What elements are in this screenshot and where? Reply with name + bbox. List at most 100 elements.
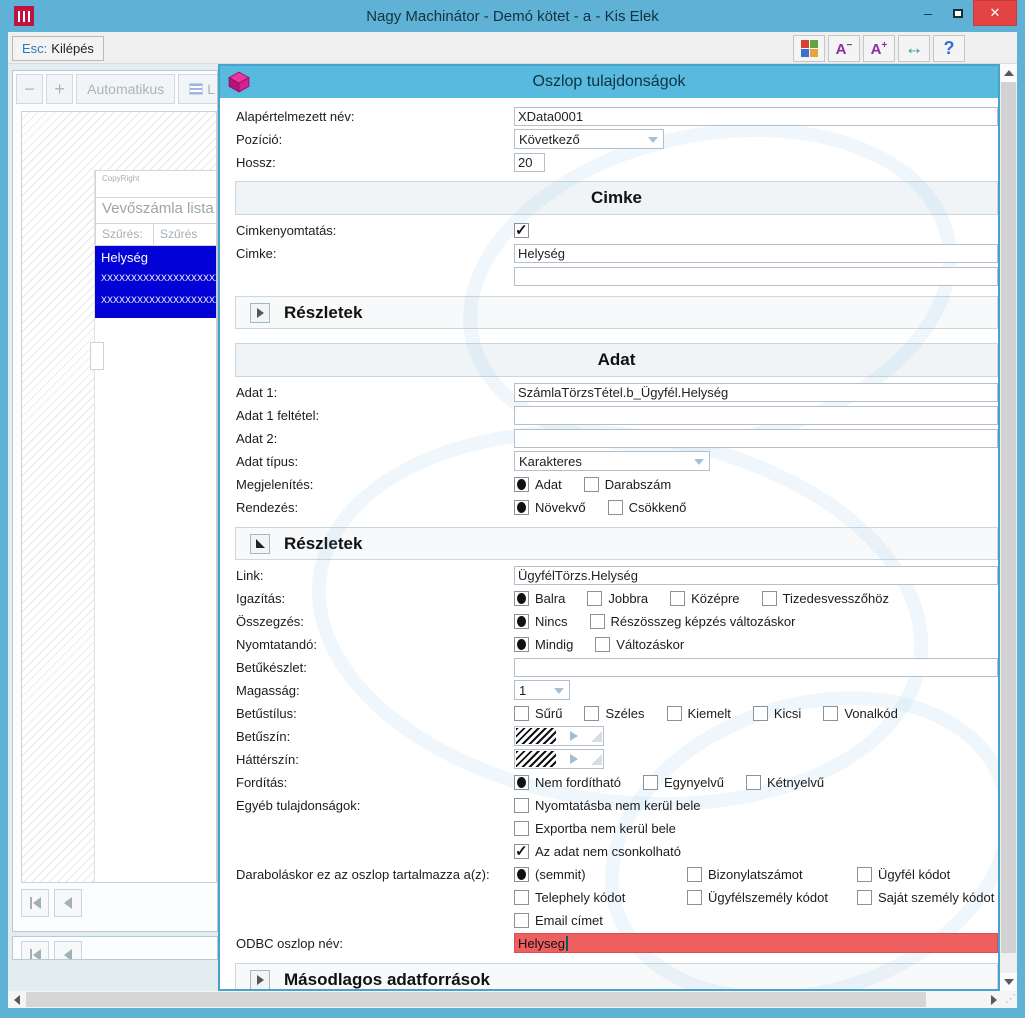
data1-cond-input[interactable] [514,405,998,425]
option-kiemelt[interactable]: Kiemelt [666,705,731,721]
checkbox-icon[interactable] [687,866,702,882]
data2-input[interactable] [514,428,998,448]
option-telephely-kodot[interactable]: Telephely kódot [514,889,665,905]
option-suru[interactable]: Sűrű [514,705,562,721]
minimize-button[interactable]: – [913,0,943,26]
length-input[interactable] [514,152,545,172]
option-darabszam[interactable]: Darabszám [583,476,671,492]
horizontal-scroll-thumb[interactable] [26,992,926,1007]
radio-icon[interactable] [514,636,529,652]
option-semmit[interactable]: (semmit) [514,866,665,882]
report-page-preview[interactable]: CopyRight Vevőszámla lista Szűrés: Szűré… [21,111,217,883]
scroll-down-button[interactable] [1000,973,1017,991]
checkbox-icon[interactable] [761,590,777,606]
checkbox-icon[interactable] [514,705,529,721]
option-reszosszeg[interactable]: Részösszeg képzés változáskor [589,613,796,629]
checkbox-icon[interactable] [584,705,600,721]
first-page-button[interactable] [21,941,49,959]
option-sajat-szemely-kodot[interactable]: Saját személy kódot [857,889,994,905]
height-dropdown[interactable]: 1 [514,680,570,700]
checkbox-icon[interactable] [583,476,599,492]
option-valtozaskor[interactable]: Változáskor [595,636,684,652]
option-ugyfelszemely-kodot[interactable]: Ügyfélszemély kódot [687,889,835,905]
radio-icon[interactable] [514,866,529,882]
auto-zoom-button[interactable]: Automatikus [76,74,176,104]
checkbox-icon[interactable] [752,705,768,721]
prev-page-button[interactable] [54,889,82,917]
option-egynyelvu[interactable]: Egynyelvű [643,774,724,790]
option-balra[interactable]: Balra [514,590,565,606]
scroll-left-button[interactable] [8,991,26,1008]
font-input[interactable] [514,657,998,677]
option-ketnyelvu[interactable]: Kétnyelvű [745,774,824,790]
font-increase-button[interactable]: A+ [863,35,895,62]
horizontal-scrollbar[interactable]: ⋰ [8,991,1017,1008]
checkbox-icon[interactable] [514,820,529,836]
checkbox-icon[interactable] [514,797,529,813]
option-nem-csonkolhato[interactable]: Az adat nem csonkolható [514,842,681,860]
dialog-header[interactable]: Oszlop tulajdonságok [220,66,998,98]
checkbox-icon[interactable] [857,889,872,905]
resize-width-button[interactable]: ↔ [898,35,930,62]
radio-icon[interactable] [514,476,529,492]
checkbox-icon[interactable] [514,889,529,905]
checkbox-icon[interactable] [687,889,702,905]
close-button[interactable]: ✕ [973,0,1017,26]
option-novekvo[interactable]: Növekvő [514,499,586,515]
default-name-input[interactable] [514,106,998,126]
scroll-right-button[interactable] [985,991,1003,1008]
checkbox-icon[interactable] [589,613,605,629]
vertical-scroll-thumb[interactable] [1001,82,1016,953]
link-input[interactable] [514,565,998,585]
checkbox-icon[interactable] [643,774,658,790]
list-view-button[interactable]: L [178,74,217,104]
resize-grip[interactable]: ⋰ [1004,993,1017,1006]
back-color-picker[interactable] [514,749,604,769]
prev-page-button[interactable] [54,941,82,959]
position-dropdown[interactable]: Következő [514,129,664,149]
checkbox-icon[interactable] [857,866,872,882]
scroll-up-button[interactable] [1000,64,1017,82]
odbc-name-input[interactable]: Helyseg [514,933,998,953]
option-kicsi[interactable]: Kicsi [752,705,801,721]
checkbox-icon[interactable] [670,590,686,606]
option-mindig[interactable]: Mindig [514,636,573,652]
option-jobbra[interactable]: Jobbra [587,590,648,606]
option-email-cimet[interactable]: Email címet [514,912,603,928]
checkbox-icon[interactable] [823,705,839,721]
data1-input[interactable] [514,382,998,402]
first-page-button[interactable] [21,889,49,917]
option-vonalkod[interactable]: Vonalkód [823,705,898,721]
font-color-picker[interactable] [514,726,604,746]
vertical-scrollbar[interactable] [1000,64,1017,991]
palette-button[interactable] [793,35,825,62]
radio-icon[interactable] [514,613,529,629]
report-filter-row[interactable]: Szűrés: Szűrés [95,223,216,246]
checkbox-icon[interactable] [595,636,611,652]
option-adat[interactable]: Adat [514,476,562,492]
checkbox-icon[interactable] [587,590,603,606]
checkbox-icon[interactable] [514,912,529,928]
maximize-button[interactable] [943,0,973,26]
zoom-out-button[interactable]: − [16,74,44,104]
checkbox-icon[interactable] [666,705,682,721]
expand-button[interactable] [250,969,270,989]
option-kozepre[interactable]: Középre [670,590,740,606]
checkbox-icon[interactable] [607,499,623,515]
selected-column-block[interactable]: Helység XXXXXXXXXXXXXXXXXXX XXXXXXXXXXXXX… [95,246,216,318]
report-title-cell[interactable]: Vevőszámla lista [95,197,216,223]
label-text2-input[interactable] [514,266,998,286]
collapse-button[interactable] [250,533,270,554]
option-nem-fordithato[interactable]: Nem fordítható [514,774,621,790]
option-bizonylatszamot[interactable]: Bizonylatszámot [687,866,835,882]
checkbox-icon[interactable] [514,842,529,860]
option-ugyfel-kodot[interactable]: Ügyfél kódot [857,866,976,882]
label-text-input[interactable] [514,243,998,263]
radio-icon[interactable] [514,590,529,606]
data-type-dropdown[interactable]: Karakteres [514,451,710,471]
help-button[interactable]: ? [933,35,965,62]
option-csokkeno[interactable]: Csökkenő [607,499,686,515]
exit-button[interactable]: Esc: Kilépés [12,36,104,61]
radio-icon[interactable] [514,774,529,790]
font-decrease-button[interactable]: A− [828,35,860,62]
